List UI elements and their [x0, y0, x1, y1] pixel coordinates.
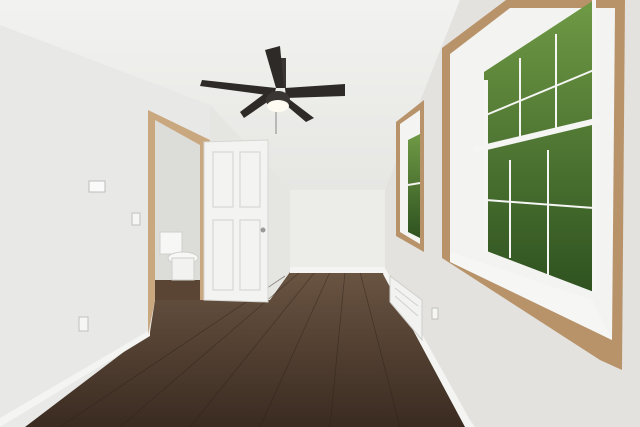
door[interactable]: [203, 139, 269, 303]
light-switch[interactable]: [131, 212, 141, 226]
small-window: [396, 100, 424, 252]
bathroom-floor: [155, 280, 200, 300]
door-knob[interactable]: [260, 227, 266, 233]
thermostat-icon[interactable]: [88, 180, 106, 193]
room-photo: [0, 0, 640, 427]
outlet-right[interactable]: [431, 307, 439, 320]
back-wall: [290, 190, 385, 272]
outlet-icon[interactable]: [78, 316, 89, 332]
baseboard-back: [290, 267, 385, 273]
